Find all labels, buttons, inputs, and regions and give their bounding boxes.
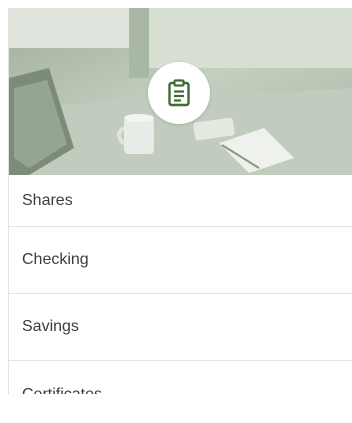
hero-badge [148, 62, 210, 124]
list-item-label: Savings [22, 318, 79, 335]
list-item-certificates[interactable]: Certificates [9, 361, 352, 395]
account-type-list: Shares Checking Savings Certificates [9, 175, 352, 394]
hero-banner [9, 8, 352, 175]
account-types-card: Shares Checking Savings Certificates [8, 8, 352, 394]
list-item-checking[interactable]: Checking [9, 227, 352, 294]
list-item-label: Shares [22, 191, 73, 209]
list-item-label: Checking [22, 251, 89, 268]
list-item-shares[interactable]: Shares [9, 175, 352, 227]
list-item-label: Certificates [22, 385, 103, 395]
clipboard-icon [168, 79, 190, 107]
list-item-savings[interactable]: Savings [9, 294, 352, 361]
